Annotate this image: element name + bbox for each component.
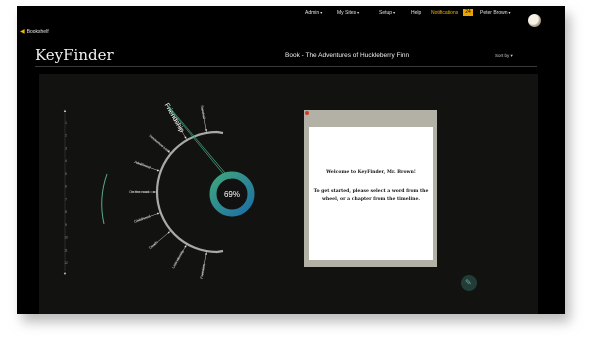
donut-percent: 69% xyxy=(224,190,240,199)
welcome-dialog: Welcome to KeyFinder, Mr. Brown! To get … xyxy=(304,110,437,267)
pencil-icon: ✎ xyxy=(465,278,472,287)
app-logo: KeyFinder xyxy=(35,46,114,64)
chevron-down-icon: ▾ xyxy=(508,10,511,15)
action-button[interactable]: ✎ xyxy=(461,275,477,291)
nav-user-menu[interactable]: Peter Brown▾ xyxy=(480,10,511,16)
theme-label[interactable]: Childhood xyxy=(134,214,151,224)
timeline-up-arrow[interactable]: ▲ xyxy=(63,108,67,113)
theme-label[interactable]: Survival xyxy=(200,105,206,119)
sort-by-dropdown[interactable]: Sort by ▾ xyxy=(495,53,513,59)
chapter-tick[interactable]: 3 xyxy=(65,146,67,150)
book-title: Book - The Adventures of Huckleberry Fin… xyxy=(285,52,410,59)
chapter-tick[interactable]: 4 xyxy=(65,159,67,163)
app-window: Admin▾ My Sites▾ Setup▾ Help Notificatio… xyxy=(17,6,565,314)
chevron-down-icon: ▾ xyxy=(357,10,360,15)
theme-label[interactable]: Freedom xyxy=(200,263,207,279)
welcome-instructions: To get started, please select a word fro… xyxy=(313,189,429,202)
spoke-dot xyxy=(184,245,187,248)
theme-label[interactable]: Lost Identity xyxy=(171,249,185,269)
nav-help[interactable]: Help xyxy=(411,10,421,16)
timeline-down-arrow[interactable]: ▼ xyxy=(63,271,67,276)
back-arrow-icon: ◀ xyxy=(20,29,25,35)
nav-admin[interactable]: Admin▾ xyxy=(305,10,322,16)
welcome-dialog-body: Welcome to KeyFinder, Mr. Brown! To get … xyxy=(309,127,433,260)
nav-my-sites-label: My Sites xyxy=(337,10,357,16)
active-link xyxy=(167,105,232,181)
header-divider xyxy=(35,66,537,67)
chevron-down-icon: ▾ xyxy=(393,10,396,15)
nav-my-sites[interactable]: My Sites▾ xyxy=(337,10,359,16)
chapter-tick[interactable]: 11 xyxy=(64,248,68,252)
chapter-tick[interactable]: 12 xyxy=(64,261,68,265)
spoke-dot xyxy=(205,129,207,131)
spoke-dot xyxy=(153,191,155,193)
nav-admin-label: Admin xyxy=(305,10,320,16)
back-label: Bookshelf xyxy=(26,29,49,35)
chapter-tick[interactable]: 1 xyxy=(65,121,67,125)
top-nav: Admin▾ My Sites▾ Setup▾ Help Notificatio… xyxy=(17,6,565,22)
timeline-arc xyxy=(101,173,108,225)
active-link xyxy=(166,105,226,177)
progress-donut: 69% xyxy=(209,171,255,217)
chapter-tick[interactable]: 2 xyxy=(65,134,67,138)
chapter-timeline: ▲▼123456789101112 xyxy=(63,108,68,276)
theme-label[interactable]: Innocence Lost xyxy=(148,134,171,154)
spoke-dot xyxy=(156,212,159,215)
back-to-bookshelf-link[interactable]: ◀ Bookshelf xyxy=(20,28,49,35)
sort-by-label: Sort by xyxy=(495,53,510,58)
chapter-tick[interactable]: 6 xyxy=(65,185,67,189)
spoke-dot xyxy=(184,136,187,139)
theme-label[interactable]: Death xyxy=(148,241,158,251)
close-icon[interactable] xyxy=(305,111,309,115)
avatar[interactable] xyxy=(528,14,541,27)
notification-count-badge: 24 xyxy=(463,9,473,16)
theme-label[interactable]: Friendship xyxy=(163,102,185,134)
nav-setup[interactable]: Setup▾ xyxy=(379,10,395,16)
chevron-down-icon: ▾ xyxy=(320,10,323,15)
theme-label[interactable]: Adulthood xyxy=(134,160,151,170)
chapter-tick[interactable]: 8 xyxy=(65,210,67,214)
main-panel: ▲ ▼ 1 2 3 4 5 6 7 8 9 10 11 12 Survival Friendship Inno… xyxy=(39,74,538,314)
welcome-heading: Welcome to KeyFinder, Mr. Brown! xyxy=(326,170,416,175)
chevron-down-icon: ▾ xyxy=(510,53,513,58)
spoke-dot xyxy=(167,231,170,234)
nav-setup-label: Setup xyxy=(379,10,393,16)
spoke-dot xyxy=(205,253,207,255)
chapter-tick[interactable]: 9 xyxy=(65,223,67,227)
chapter-tick[interactable]: 7 xyxy=(65,197,67,201)
user-name: Peter Brown xyxy=(480,10,508,16)
spoke-dot xyxy=(156,169,159,172)
theme-label[interactable]: On the road xyxy=(129,190,149,194)
nav-notifications[interactable]: Notifications xyxy=(431,10,458,16)
chapter-tick[interactable]: 10 xyxy=(64,236,68,240)
chapter-tick[interactable]: 5 xyxy=(65,172,67,176)
